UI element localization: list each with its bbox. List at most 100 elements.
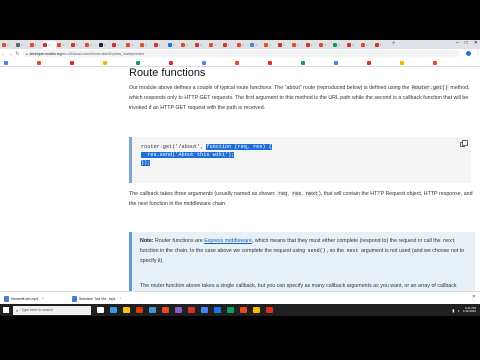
browser-tab[interactable]: ×	[374, 41, 388, 49]
browser-menu-icon[interactable]: ⋮	[475, 51, 480, 56]
tab-close-icon[interactable]: ×	[242, 43, 244, 47]
download-item[interactable]: Streamlit-dev.mp4 ^	[4, 294, 44, 303]
tab-close-icon[interactable]: ×	[366, 43, 368, 47]
tab-close-icon[interactable]: ×	[214, 43, 216, 47]
bookmark-item[interactable]	[367, 60, 372, 65]
browser-tab[interactable]: ×	[209, 41, 222, 49]
windows-start-icon[interactable]	[3, 307, 9, 313]
chevron-up-icon[interactable]: ^	[42, 297, 44, 301]
browser-tab[interactable]: ×	[126, 41, 139, 49]
tab-close-icon[interactable]: ×	[311, 43, 313, 47]
bookmark-item[interactable]	[400, 60, 405, 65]
tab-close-icon[interactable]: ×	[283, 43, 285, 47]
back-button[interactable]: ←	[0, 51, 7, 57]
tab-close-icon[interactable]: ×	[62, 43, 64, 47]
tab-close-icon[interactable]: ×	[35, 43, 37, 47]
browser-tab[interactable]: ×	[71, 41, 84, 49]
browser-tab[interactable]: ×	[291, 41, 305, 49]
tab-close-icon[interactable]: ×	[48, 43, 50, 47]
browser-tab[interactable]: ×	[84, 41, 98, 49]
browser-tab[interactable]: ×	[57, 41, 70, 49]
tab-close-icon[interactable]: ×	[269, 43, 271, 47]
copy-icon[interactable]	[460, 140, 468, 147]
bookmark-item[interactable]	[103, 60, 108, 65]
code-block[interactable]: router.get('/about', function (req, res)…	[129, 137, 471, 183]
bookmark-item[interactable]	[334, 60, 339, 65]
browser-tab[interactable]: ×	[347, 41, 360, 49]
forward-button[interactable]: →	[7, 51, 14, 57]
taskbar-app-icon[interactable]	[123, 307, 130, 313]
tab-close-icon[interactable]: ×	[145, 43, 147, 47]
minimize-button[interactable]: –	[456, 41, 459, 46]
taskbar-app-icon[interactable]	[175, 307, 182, 313]
network-icon[interactable]: ▮	[452, 308, 454, 313]
browser-tab[interactable]: ×	[98, 41, 112, 49]
close-downloads-button[interactable]: ✕	[472, 295, 476, 300]
tab-close-icon[interactable]: ×	[297, 43, 299, 47]
bookmark-item[interactable]	[169, 60, 174, 65]
tab-close-icon[interactable]: ×	[200, 43, 202, 47]
tab-close-icon[interactable]: ×	[7, 43, 9, 47]
taskbar-app-icon[interactable]	[253, 307, 260, 313]
taskbar-app-icon[interactable]	[227, 307, 234, 313]
taskbar-app-icon[interactable]	[149, 307, 156, 313]
tab-close-icon[interactable]: ×	[338, 43, 340, 47]
taskbar-app-icon[interactable]	[214, 307, 221, 313]
bookmark-item[interactable]	[4, 60, 9, 65]
browser-tab[interactable]: ×	[195, 41, 208, 49]
tab-close-icon[interactable]: ×	[117, 43, 119, 47]
tab-close-icon[interactable]: ×	[159, 43, 161, 47]
bookmark-item[interactable]	[136, 60, 141, 65]
bookmark-item[interactable]	[37, 60, 42, 65]
bookmark-item[interactable]	[202, 60, 207, 65]
bookmark-item[interactable]	[235, 60, 240, 65]
browser-tab[interactable]: ×	[43, 41, 57, 49]
tab-close-icon[interactable]: ×	[324, 43, 326, 47]
tab-close-icon[interactable]: ×	[255, 43, 257, 47]
browser-tab[interactable]: ×	[319, 41, 332, 49]
maximize-button[interactable]: □	[465, 41, 468, 46]
browser-tab[interactable]: ×	[250, 41, 263, 49]
browser-tab[interactable]: ×	[181, 41, 194, 49]
chevron-up-icon[interactable]: ^	[119, 297, 121, 301]
taskbar-app-icon[interactable]	[240, 307, 247, 313]
bookmark-item[interactable]	[301, 60, 306, 65]
browser-tab[interactable]: ×	[264, 41, 277, 49]
tab-close-icon[interactable]: ×	[380, 43, 382, 47]
tab-close-icon[interactable]: ×	[228, 43, 230, 47]
profile-avatar-icon[interactable]	[466, 51, 471, 56]
browser-tab[interactable]: ×	[222, 41, 236, 49]
taskbar-app-icon[interactable]	[110, 307, 117, 313]
browser-tab[interactable]: ×	[15, 41, 29, 49]
browser-tab[interactable]: ×	[305, 41, 319, 49]
taskbar-app-icon[interactable]	[97, 307, 104, 313]
tab-close-icon[interactable]: ×	[352, 43, 354, 47]
volume-icon[interactable]: ◖	[457, 308, 459, 313]
browser-tab[interactable]: ×	[236, 41, 250, 49]
browser-tab[interactable]: ×	[333, 41, 346, 49]
taskbar-app-icon[interactable]	[162, 307, 169, 313]
tab-close-icon[interactable]: ×	[76, 43, 78, 47]
tab-close-icon[interactable]: ×	[173, 43, 175, 47]
tab-close-icon[interactable]: ×	[21, 43, 23, 47]
download-item[interactable]: Selenium Tool Vid...mp4 ^	[72, 294, 121, 303]
taskbar-app-icon[interactable]	[136, 307, 143, 313]
browser-tab[interactable]: ×	[278, 41, 291, 49]
browser-tab[interactable]: ×	[112, 41, 125, 49]
browser-tab[interactable]: ×	[29, 41, 43, 49]
browser-tab[interactable]: ×	[2, 41, 15, 49]
address-bar[interactable]: 🔒︎ developer.mozilla.org /en-US/docs/Lea…	[22, 50, 461, 57]
taskbar-app-icon[interactable]	[266, 307, 273, 313]
close-window-button[interactable]: ✕	[474, 41, 478, 46]
taskbar-search-input[interactable]: ⌕ Type here to search	[13, 305, 91, 315]
clock[interactable]: 4:21 PM 1/11/2022	[463, 306, 476, 313]
browser-tab[interactable]: ×	[140, 41, 153, 49]
bookmark-item[interactable]	[268, 60, 273, 65]
taskbar-app-icon[interactable]	[188, 307, 195, 313]
browser-tab[interactable]: ×	[153, 41, 167, 49]
tab-close-icon[interactable]: ×	[104, 43, 106, 47]
bookmark-item[interactable]	[433, 60, 438, 65]
browser-tab[interactable]: ×	[360, 41, 374, 49]
tab-close-icon[interactable]: ×	[90, 43, 92, 47]
tab-close-icon[interactable]: ×	[131, 43, 133, 47]
